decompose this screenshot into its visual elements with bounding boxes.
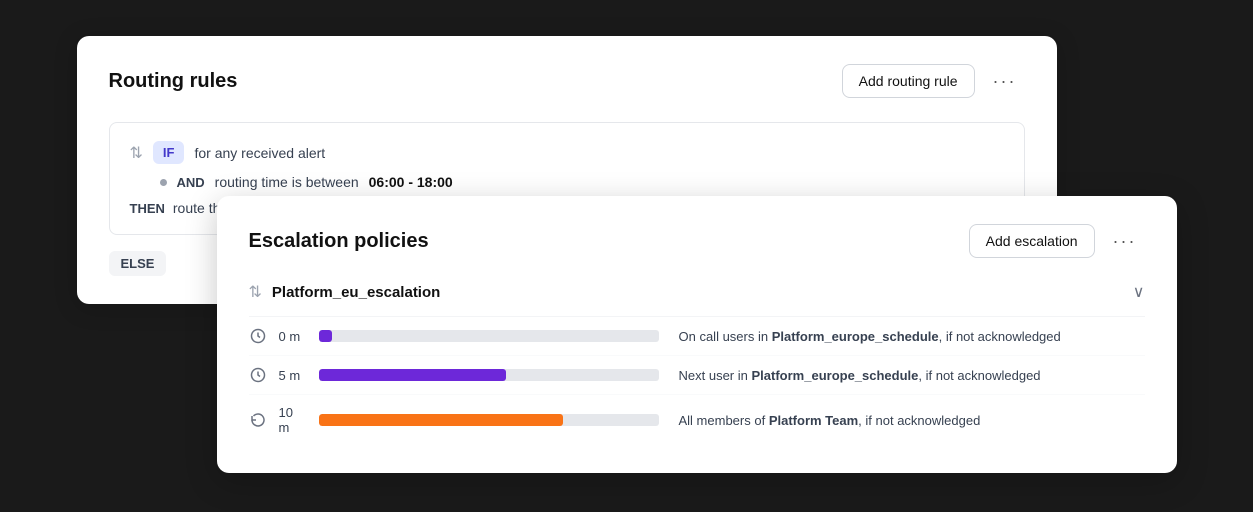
- step-row-1: 5 m Next user in Platform_europe_schedul…: [249, 356, 1145, 395]
- clock-icon-0: [249, 327, 267, 345]
- if-row: ⇅ IF for any received alert: [130, 141, 1004, 164]
- step-desc-prefix-0: On call users in: [679, 329, 769, 344]
- clock-icon-1: [249, 366, 267, 384]
- step-suffix-2: , if not acknowledged: [858, 413, 980, 428]
- step-target-0: Platform_europe_schedule: [772, 329, 939, 344]
- add-escalation-button[interactable]: Add escalation: [969, 224, 1095, 258]
- else-badge: ELSE: [109, 251, 167, 276]
- step-bar-fill-2: [319, 414, 564, 426]
- routing-title: Routing rules: [109, 70, 238, 93]
- step-time-2: 10 m: [279, 405, 307, 435]
- step-bar-fill-0: [319, 330, 333, 342]
- step-target-2: Platform Team: [769, 413, 858, 428]
- then-badge: THEN: [130, 201, 165, 216]
- routing-more-button[interactable]: ···: [985, 67, 1025, 96]
- step-bar-2: [319, 414, 659, 426]
- policy-name: Platform_eu_escalation: [272, 284, 440, 301]
- step-desc-2: All members of Platform Team, if not ack…: [671, 413, 1145, 428]
- and-row: AND routing time is between 06:00 - 18:0…: [160, 174, 1004, 190]
- step-suffix-0: , if not acknowledged: [939, 329, 1061, 344]
- policy-drag-handle-icon[interactable]: ⇅: [249, 282, 262, 302]
- escalation-title: Escalation policies: [249, 230, 429, 253]
- repeat-icon-2: [249, 411, 267, 429]
- step-desc-prefix-2: All members of: [679, 413, 766, 428]
- step-target-1: Platform_europe_schedule: [752, 368, 919, 383]
- step-desc-prefix-1: Next user in: [679, 368, 748, 383]
- drag-handle-icon[interactable]: ⇅: [130, 143, 143, 163]
- time-range-value: 06:00 - 18:00: [369, 174, 453, 190]
- step-time-0: 0 m: [279, 329, 307, 344]
- escalation-header: Escalation policies Add escalation ···: [249, 224, 1145, 258]
- step-desc-0: On call users in Platform_europe_schedul…: [671, 329, 1145, 344]
- escalation-more-button[interactable]: ···: [1105, 227, 1145, 256]
- policy-name-row: ⇅ Platform_eu_escalation ∨: [249, 282, 1145, 317]
- step-row-2: 10 m All members of Platform Team, if no…: [249, 395, 1145, 445]
- and-dot: [160, 179, 167, 186]
- step-row: 0 m On call users in Platform_europe_sch…: [249, 317, 1145, 356]
- step-bar-0: [319, 330, 659, 342]
- step-bar-1: [319, 369, 659, 381]
- add-routing-rule-button[interactable]: Add routing rule: [842, 64, 975, 98]
- policy-chevron-icon[interactable]: ∨: [1133, 282, 1145, 302]
- if-condition-text: for any received alert: [194, 145, 325, 161]
- escalation-policies-card: Escalation policies Add escalation ··· ⇅…: [217, 196, 1177, 473]
- step-suffix-1: , if not acknowledged: [918, 368, 1040, 383]
- if-badge: IF: [153, 141, 185, 164]
- step-bar-fill-1: [319, 369, 506, 381]
- routing-header: Routing rules Add routing rule ···: [109, 64, 1025, 98]
- escalation-actions: Add escalation ···: [969, 224, 1145, 258]
- routing-actions: Add routing rule ···: [842, 64, 1025, 98]
- and-badge: AND: [177, 175, 205, 190]
- step-time-1: 5 m: [279, 368, 307, 383]
- and-condition-text: routing time is between: [215, 174, 359, 190]
- escalation-steps: ⇅ Platform_eu_escalation ∨ 0 m: [249, 282, 1145, 445]
- step-desc-1: Next user in Platform_europe_schedule, i…: [671, 368, 1145, 383]
